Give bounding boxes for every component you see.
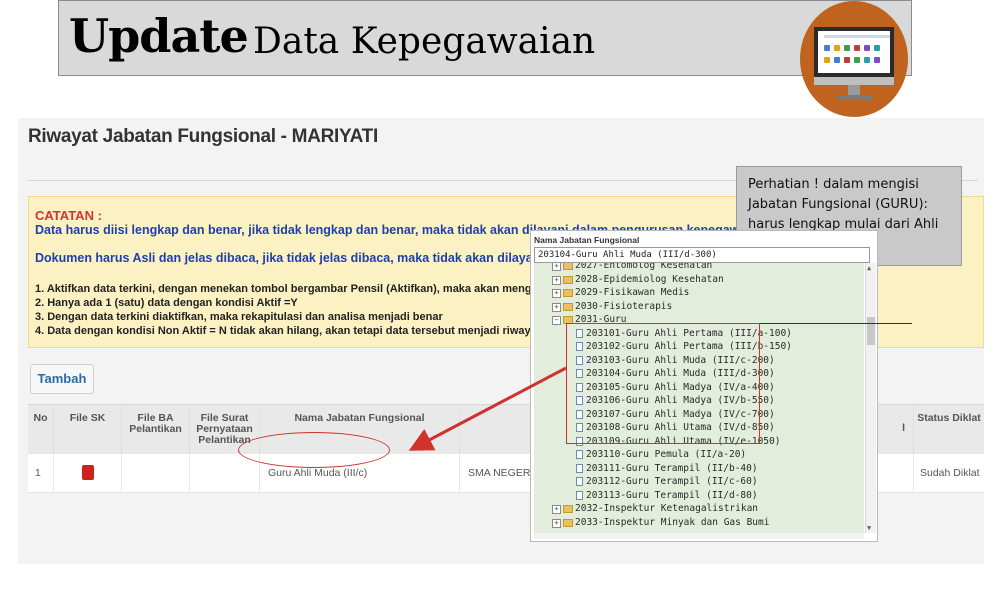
folder-icon [563, 289, 573, 297]
expand-icon[interactable]: + [552, 275, 561, 285]
tree-item-label: 2028-Epidemiolog Kesehatan [575, 273, 724, 285]
expand-icon[interactable]: + [552, 302, 561, 312]
tree-item-label: 2030-Fisioterapis [575, 300, 673, 312]
mini-app-icon [834, 45, 840, 51]
mini-app-icon [834, 57, 840, 63]
dropdown-selected-value[interactable]: 203104-Guru Ahli Muda (III/d-300) [534, 247, 870, 263]
pdf-icon[interactable] [82, 465, 94, 480]
rule-3: 3. Dengan data terkini diaktifkan, maka … [35, 311, 443, 323]
catatan-label: CATATAN : [35, 208, 102, 223]
mini-app-icon [854, 57, 860, 63]
folder-icon [563, 302, 573, 311]
scroll-down-icon[interactable]: ▼ [867, 524, 871, 532]
mini-app-icon [854, 45, 860, 51]
folder-icon [563, 518, 573, 527]
tree-item[interactable]: +2027-Entomolog Kesehatan [534, 263, 864, 272]
cell-file-sk [54, 454, 122, 492]
mini-app-icon [824, 45, 830, 51]
col-no-label: No [33, 412, 48, 424]
mini-app-icon [864, 57, 870, 63]
tree-item[interactable]: 203112-Guru Terampil (II/c-60) [534, 475, 864, 488]
expand-icon[interactable]: + [552, 289, 561, 298]
tree-item-label: 203113-Guru Terampil (II/d-80) [586, 489, 758, 501]
mini-app-icon [874, 57, 880, 63]
col-file-sk: File SK [54, 405, 122, 455]
monitor-neck [848, 85, 860, 95]
folder-icon [563, 505, 573, 513]
title-rest: Data Kepegawaian [253, 21, 596, 62]
tree-item-label: 203111-Guru Terampil (II/b-40) [586, 462, 758, 474]
page-title: Riwayat Jabatan Fungsional - MARIYATI [28, 126, 378, 147]
tree-item-label: 203110-Guru Pemula (II/a-20) [586, 449, 747, 460]
dropdown-header: Nama Jabatan Fungsional [534, 235, 640, 245]
mini-app-icon [864, 45, 870, 51]
scroll-thumb[interactable] [867, 317, 875, 345]
col-file-sk-label: File SK [69, 412, 106, 424]
tree-item-label: 2029-Fisikawan Medis [575, 287, 690, 298]
mini-header [824, 35, 890, 38]
tree-item[interactable]: 203113-Guru Terampil (II/d-80) [534, 489, 864, 502]
monitor-icon [800, 1, 908, 117]
rule-4: 4. Data dengan kondisi Non Aktif = N tid… [35, 325, 541, 337]
cell-status: Sudah Diklat [914, 454, 984, 492]
monitor-screen [814, 27, 894, 77]
col-file-ba: File BA Pelantikan [122, 405, 190, 455]
tree-item-label: 2032-Inspektur Ketenagalistrikan [575, 503, 759, 514]
callout-line [760, 323, 912, 324]
mini-app-icon [844, 45, 850, 51]
col-no: No [28, 405, 54, 455]
mini-app-icon [874, 45, 880, 51]
document-icon [576, 490, 583, 500]
title-strong: Update [69, 9, 249, 63]
highlight-oval [238, 432, 390, 468]
tree-item-label: 2033-Inspektur Minyak dan Gas Bumi [575, 516, 770, 528]
cell-no: 1 [28, 454, 54, 492]
tree-item[interactable]: +2030-Fisioterapis [534, 300, 864, 313]
tree-item-label: 2027-Entomolog Kesehatan [575, 263, 713, 271]
cell-status-value: Sudah Diklat [920, 467, 980, 479]
tree-item[interactable]: 203110-Guru Pemula (II/a-20) [534, 448, 864, 461]
dropdown-hscrollbar[interactable] [534, 533, 864, 539]
folder-icon [563, 275, 573, 284]
document-icon [576, 477, 583, 486]
expand-icon[interactable]: + [552, 505, 561, 514]
collapse-icon[interactable]: − [552, 316, 561, 325]
expand-icon[interactable]: + [552, 263, 561, 271]
tree-item[interactable]: +2028-Epidemiolog Kesehatan [534, 273, 864, 286]
col-status-label: Status Diklat [917, 412, 981, 424]
mini-app-icon [844, 57, 850, 63]
mini-app-icon [824, 57, 830, 63]
document-icon [576, 463, 583, 473]
rule-2: 2. Hanya ada 1 (satu) data dengan kondis… [35, 297, 298, 309]
document-icon [576, 450, 583, 459]
tree-item[interactable]: +2032-Inspektur Ketenagalistrikan [534, 502, 864, 515]
highlight-box [566, 323, 760, 444]
expand-icon[interactable]: + [552, 518, 561, 528]
folder-icon [563, 263, 573, 270]
cell-file-ba [122, 454, 190, 492]
tree-item[interactable]: +2033-Inspektur Minyak dan Gas Bumi [534, 516, 864, 529]
tree-item[interactable]: +2029-Fisikawan Medis [534, 286, 864, 299]
tambah-button[interactable]: Tambah [30, 364, 94, 394]
monitor-bezel [814, 77, 894, 85]
cell-no-value: 1 [35, 467, 41, 479]
col-nama-label: Nama Jabatan Fungsional [294, 412, 425, 424]
scroll-up-icon[interactable]: ▲ [867, 264, 871, 272]
col-status-diklat: Status Diklat [914, 405, 984, 455]
dropdown-scrollbar[interactable]: ▲ ▼ [865, 263, 876, 533]
col-file-ba-label: File BA Pelantikan [129, 412, 182, 435]
monitor-stand [836, 95, 872, 100]
title-banner: Update Data Kepegawaian [58, 0, 912, 76]
tree-item-label: 203112-Guru Terampil (II/c-60) [586, 476, 758, 487]
tree-item[interactable]: 203111-Guru Terampil (II/b-40) [534, 462, 864, 475]
